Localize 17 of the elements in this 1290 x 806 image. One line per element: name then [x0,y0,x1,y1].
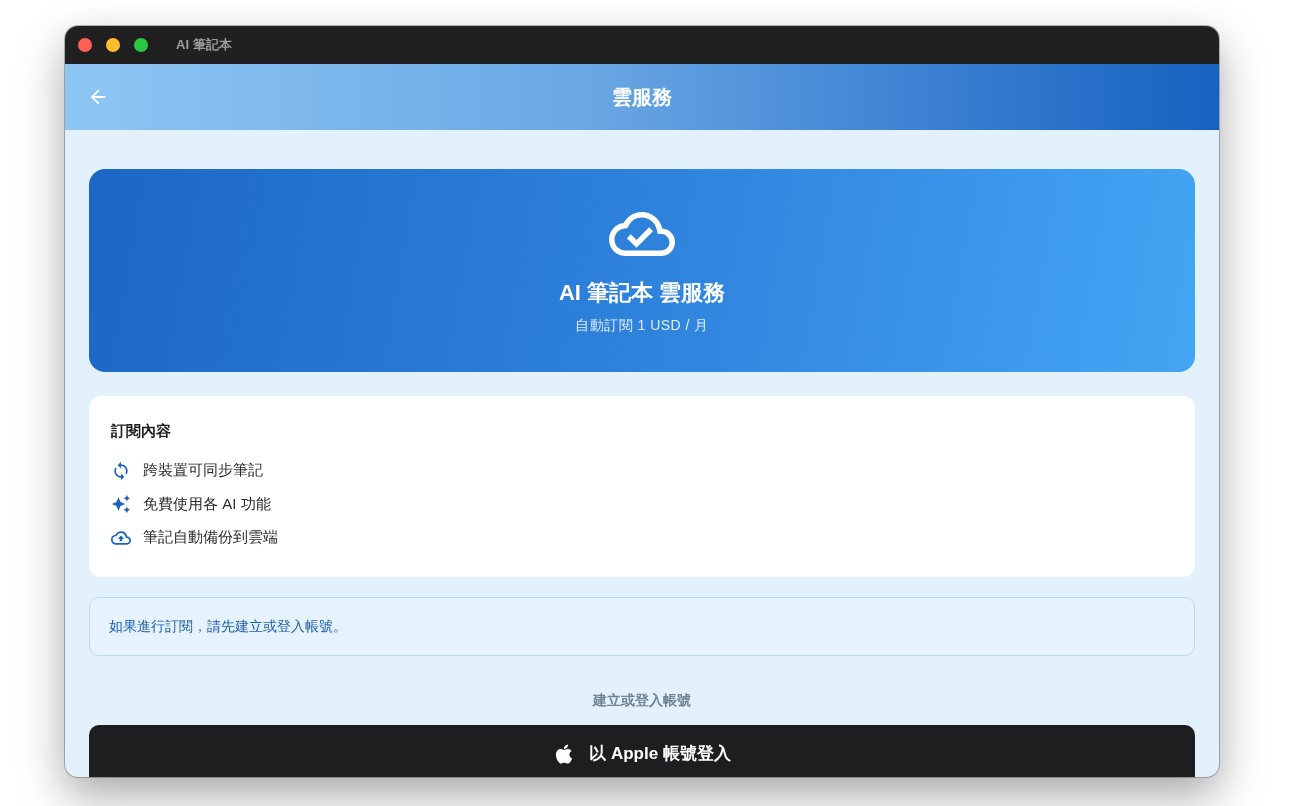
card-title: 訂閱內容 [111,421,172,441]
window-title: AI 筆記本 [176,36,232,54]
sparkles-icon [111,494,131,515]
zoom-button[interactable] [134,38,148,52]
sync-icon [111,460,131,481]
cloud-check-icon [609,212,675,256]
apple-sign-in-button[interactable]: 以 Apple 帳號登入 [89,725,1195,777]
service-title: AI 筆記本 雲服務 [558,279,726,307]
account-label: 建立或登入帳號 [591,691,692,710]
page-title: 雲服務 [612,84,672,110]
feature-text: 跨裝置可同步筆記 [143,461,263,481]
minimize-button[interactable] [106,38,120,52]
notice-text: 如果進行訂閱，請先建立或登入帳號。 [109,617,347,636]
feature-text: 免費使用各 AI 功能 [143,494,271,514]
feature-text: 筆記自動備份到雲端 [143,528,278,548]
close-button[interactable] [78,38,92,52]
service-price: 自動訂閱 1 USD / 月 [575,316,709,334]
